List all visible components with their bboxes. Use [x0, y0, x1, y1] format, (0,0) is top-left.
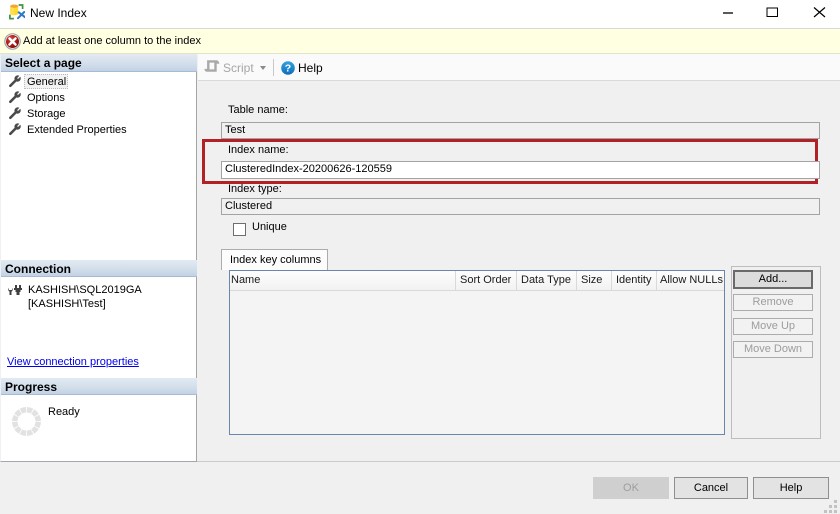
svg-text:?: ? [285, 62, 291, 74]
